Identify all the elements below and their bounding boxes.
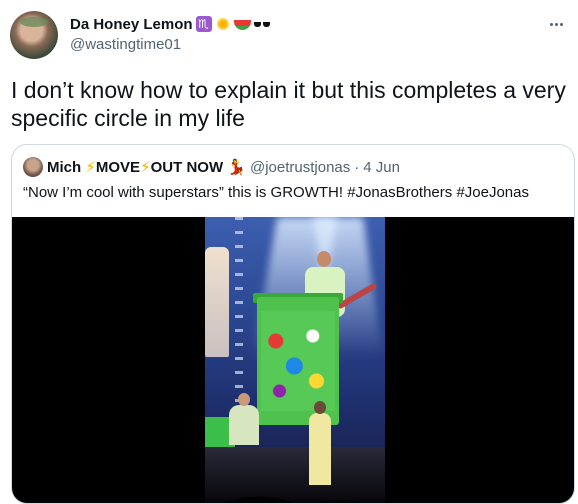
- watermelon-icon: [233, 20, 251, 30]
- sticker-podium: [257, 297, 339, 425]
- lightning-icon: ⚡: [85, 159, 96, 176]
- user-handle[interactable]: @wastingtime01: [70, 36, 181, 53]
- quoted-user-handle[interactable]: @joetrustjonas: [250, 159, 350, 176]
- quoted-name-part3: OUT NOW: [150, 159, 224, 176]
- dancer-icon: 💃: [227, 159, 246, 176]
- quoted-tweet-media[interactable]: [12, 217, 574, 503]
- dot-separator: ·: [354, 158, 360, 176]
- more-options-icon[interactable]: [546, 14, 566, 34]
- scorpio-icon: ♏: [195, 16, 212, 32]
- guitarist-left: [205, 247, 229, 357]
- display-name[interactable]: Da Honey Lemon: [70, 16, 193, 33]
- sun-icon: [215, 16, 231, 32]
- singer-head: [317, 251, 331, 267]
- performer-bottom-left: [229, 393, 259, 445]
- quoted-tweet-text: “Now I’m cool with superstars” this is G…: [23, 184, 529, 201]
- quoted-user-avatar[interactable]: [23, 157, 43, 177]
- quoted-name-part1: Mich: [47, 159, 86, 176]
- lightning-icon: ⚡: [140, 159, 151, 176]
- tweet: Da Honey Lemon ♏ @wastingtime01 I don’t …: [0, 0, 578, 504]
- quoted-tweet-header: Mich ⚡MOVE⚡OUT NOW 💃 @joetrustjonas · 4 …: [23, 157, 400, 177]
- tweet-text: I don’t know how to explain it but this …: [11, 77, 566, 131]
- crowd-silhouette: [205, 469, 385, 503]
- quoted-display-name[interactable]: Mich ⚡MOVE⚡OUT NOW 💃: [47, 158, 246, 176]
- stage-truss: [235, 217, 243, 417]
- quoted-name-part2: MOVE: [95, 159, 141, 176]
- quoted-tweet-date[interactable]: 4 Jun: [363, 159, 400, 176]
- sunglasses-icon: [253, 21, 270, 27]
- quoted-tweet-card[interactable]: Mich ⚡MOVE⚡OUT NOW 💃 @joetrustjonas · 4 …: [11, 144, 575, 504]
- user-name-row[interactable]: Da Honey Lemon ♏: [70, 14, 270, 34]
- concert-video-frame[interactable]: [205, 217, 385, 503]
- user-avatar[interactable]: [10, 11, 58, 59]
